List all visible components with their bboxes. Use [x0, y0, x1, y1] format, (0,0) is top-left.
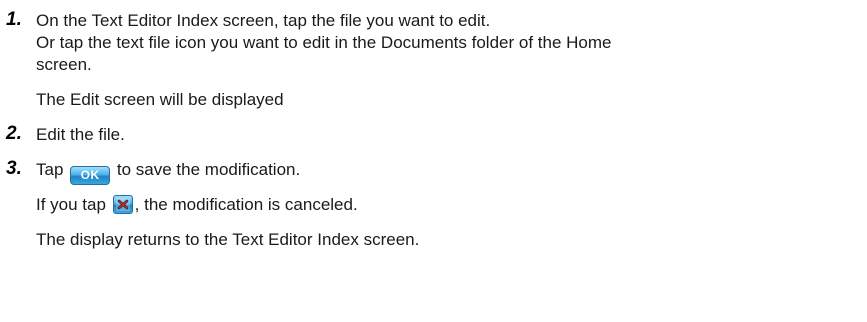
step-number-3: 3.: [6, 158, 22, 179]
step-3-result: The display returns to the Text Editor I…: [36, 230, 420, 249]
step-number-1: 1.: [6, 9, 22, 30]
ok-button-icon: OK: [70, 166, 111, 185]
close-x-icon: [112, 195, 133, 214]
x-glyph-icon: [115, 198, 130, 211]
step-1-line-1: On the Text Editor Index screen, tap the…: [36, 11, 491, 30]
step-3-cancel-before: If you tap: [36, 195, 106, 214]
step-3-cancel-line: If you tap , the modification is cancele…: [36, 194, 358, 216]
ok-icon-label: OK: [80, 168, 100, 182]
step-3-cancel-after: , the modification is canceled.: [134, 195, 358, 214]
instruction-document: 1. On the Text Editor Index screen, tap …: [0, 0, 867, 322]
step-1-result: The Edit screen will be displayed: [36, 90, 284, 109]
step-3-text-before: Tap: [36, 160, 64, 179]
step-1-line-2: Or tap the text file icon you want to ed…: [36, 33, 612, 52]
step-2-text: Edit the file.: [36, 125, 125, 144]
step-3-text-after: to save the modification.: [116, 160, 301, 179]
step-3-line: Tap OK to save the modification.: [36, 159, 300, 185]
step-number-2: 2.: [6, 123, 22, 144]
step-1-line-3: screen.: [36, 55, 92, 74]
